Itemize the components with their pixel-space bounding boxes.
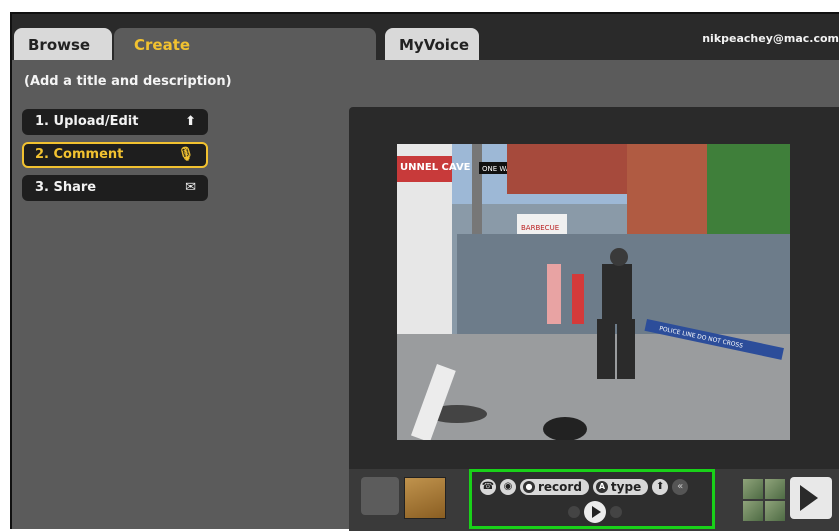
next-button[interactable] <box>790 477 832 519</box>
rewind-icon[interactable]: « <box>672 479 689 495</box>
title-description-prompt[interactable]: (Add a title and description) <box>24 74 232 89</box>
thumbnail[interactable] <box>743 479 763 499</box>
thumbnail[interactable] <box>743 501 763 521</box>
upload-icon[interactable]: ⬆ <box>652 479 669 495</box>
thumbnail[interactable] <box>765 479 785 499</box>
thumbnail-grid[interactable] <box>743 479 785 521</box>
user-email[interactable]: nikpeachey@mac.com <box>702 32 839 45</box>
comment-options-row: ☎ ◉ ● record A type ⬆ « <box>480 477 689 497</box>
step-comment[interactable]: 2. Comment 🎙 <box>22 142 208 168</box>
step-share[interactable]: 3. Share ✉ <box>22 175 208 201</box>
media-stage: UNNEL CAVE ZONE ONE WAY BARBECUE POLICE … <box>349 107 839 531</box>
street-scene-image: UNNEL CAVE ZONE ONE WAY BARBECUE POLICE … <box>397 144 790 440</box>
record-button[interactable]: ● record <box>520 479 589 495</box>
microphone-icon: 🎙 <box>177 147 194 162</box>
text-icon: A <box>595 481 608 493</box>
play-icon[interactable] <box>584 501 606 523</box>
seek-forward-icon[interactable] <box>610 506 622 518</box>
controls-bar: ☎ ◉ ● record A type ⬆ « <box>349 469 839 531</box>
step-label: 2. Comment <box>35 147 124 162</box>
seek-back-icon[interactable] <box>568 506 580 518</box>
tab-create[interactable]: Create <box>114 28 376 60</box>
top-bar: Browse Create MyVoice nikpeachey@mac.com <box>12 14 839 60</box>
previous-button[interactable] <box>361 477 399 515</box>
tab-myvoice[interactable]: MyVoice <box>385 28 479 60</box>
envelope-icon: ✉ <box>185 180 196 195</box>
tab-browse[interactable]: Browse <box>14 28 112 60</box>
phone-icon[interactable]: ☎ <box>480 479 496 495</box>
photo-sign-store: BARBECUE <box>521 224 559 232</box>
microphone-icon: ● <box>523 481 535 493</box>
app-frame: Browse Create MyVoice nikpeachey@mac.com… <box>10 12 839 531</box>
step-upload-edit[interactable]: 1. Upload/Edit ⬆ <box>22 109 208 135</box>
upload-icon: ⬆ <box>185 114 196 129</box>
step-label: 3. Share <box>35 180 97 195</box>
step-label: 1. Upload/Edit <box>35 114 139 129</box>
street-photo[interactable]: UNNEL CAVE ZONE ONE WAY BARBECUE POLICE … <box>397 144 790 440</box>
thumbnail-avatar[interactable] <box>404 477 446 519</box>
comment-controls-highlight: ☎ ◉ ● record A type ⬆ « <box>469 469 715 529</box>
type-label: type <box>610 480 642 494</box>
type-button[interactable]: A type <box>592 479 649 495</box>
webcam-icon[interactable]: ◉ <box>500 479 516 495</box>
thumbnail[interactable] <box>765 501 785 521</box>
playback-controls <box>568 501 624 523</box>
record-label: record <box>538 480 582 494</box>
